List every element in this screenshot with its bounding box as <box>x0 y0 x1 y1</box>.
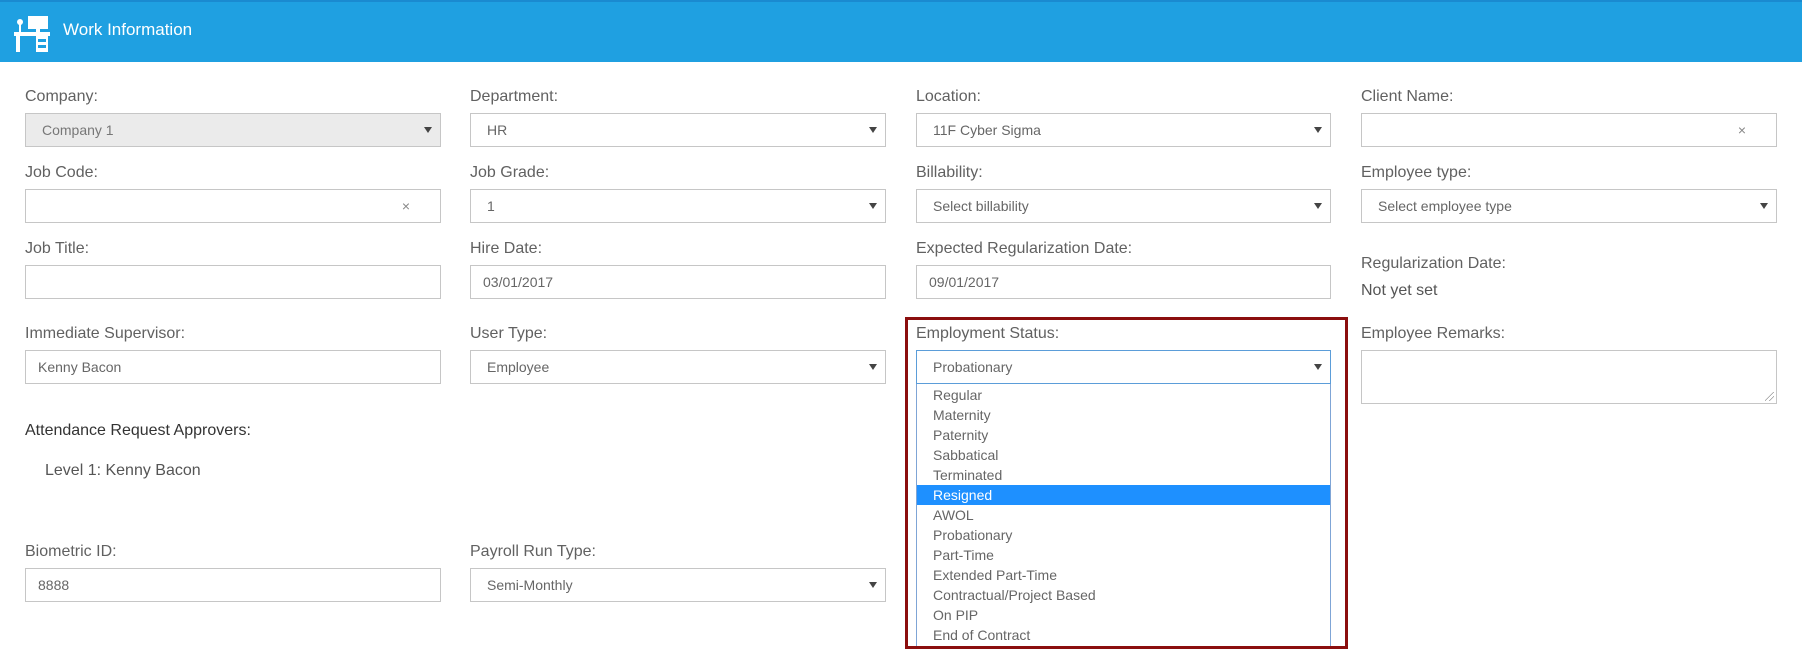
clear-icon[interactable]: × <box>1738 114 1746 146</box>
chevron-down-icon <box>869 364 877 370</box>
biometric-id-input[interactable]: 8888 <box>25 568 441 602</box>
biometric-id-value: 8888 <box>38 577 70 593</box>
user-type-value: Employee <box>487 359 550 375</box>
payroll-run-type-select[interactable]: Semi-Monthly <box>470 568 886 602</box>
regularization-date-label: Regularization Date: <box>1361 255 1506 272</box>
department-value: HR <box>487 122 508 138</box>
department-label: Department: <box>470 88 559 105</box>
dropdown-option[interactable]: Paternity <box>917 425 1330 445</box>
resize-handle-icon[interactable] <box>1765 392 1774 401</box>
immediate-supervisor-value: Kenny Bacon <box>38 359 122 375</box>
immediate-supervisor-input[interactable]: Kenny Bacon <box>25 350 441 384</box>
department-select[interactable]: HR <box>470 113 886 147</box>
user-type-label: User Type: <box>470 325 548 342</box>
company-value: Company 1 <box>42 122 114 138</box>
job-code-select[interactable]: × <box>25 189 441 223</box>
payroll-run-type-value: Semi-Monthly <box>487 577 573 593</box>
section-title: Work Information <box>63 20 193 39</box>
employment-status-options: Regular Maternity Paternity Sabbatical Termi… <box>916 384 1331 649</box>
chevron-down-icon <box>1314 364 1322 370</box>
dropdown-option[interactable]: Contractual/Project Based <box>917 585 1330 605</box>
section-header: Work Information <box>0 0 1802 62</box>
chevron-down-icon <box>1314 203 1322 209</box>
dropdown-option[interactable]: Sabbatical <box>917 445 1330 465</box>
employee-type-value: Select employee type <box>1378 198 1512 214</box>
chevron-down-icon <box>869 127 877 133</box>
dropdown-option[interactable]: Extended Part-Time <box>917 565 1330 585</box>
location-label: Location: <box>916 88 981 105</box>
expected-regularization-date-value: 09/01/2017 <box>929 274 1000 290</box>
hire-date-value: 03/01/2017 <box>483 274 554 290</box>
job-title-label: Job Title: <box>25 240 90 257</box>
attendance-approvers-heading: Attendance Request Approvers: <box>25 422 251 439</box>
employment-status-value: Probationary <box>933 359 1013 375</box>
dropdown-option[interactable]: AWOL <box>917 505 1330 525</box>
job-title-input[interactable] <box>25 265 441 299</box>
regularization-date-value: Not yet set <box>1361 282 1438 299</box>
chevron-down-icon <box>869 203 877 209</box>
dropdown-option[interactable]: On PIP <box>917 605 1330 625</box>
employment-status-select[interactable]: Probationary <box>916 350 1331 384</box>
client-name-select[interactable]: × <box>1361 113 1777 147</box>
user-type-select[interactable]: Employee <box>470 350 886 384</box>
location-select[interactable]: 11F Cyber Sigma <box>916 113 1331 147</box>
employee-type-label: Employee type: <box>1361 164 1472 181</box>
hire-date-input[interactable]: 03/01/2017 <box>470 265 886 299</box>
immediate-supervisor-label: Immediate Supervisor: <box>25 325 186 342</box>
expected-regularization-date-input[interactable]: 09/01/2017 <box>916 265 1331 299</box>
chevron-down-icon <box>869 582 877 588</box>
expected-regularization-date-label: Expected Regularization Date: <box>916 240 1133 257</box>
job-grade-value: 1 <box>487 198 495 214</box>
job-grade-select[interactable]: 1 <box>470 189 886 223</box>
payroll-run-type-label: Payroll Run Type: <box>470 543 596 560</box>
company-select[interactable]: Company 1 <box>25 113 441 147</box>
approver-level-1: Level 1: Kenny Bacon <box>45 462 201 479</box>
employment-status-label: Employment Status: <box>916 325 1060 342</box>
desk-icon <box>14 16 50 52</box>
chevron-down-icon <box>1314 127 1322 133</box>
dropdown-option[interactable]: End of Contract <box>917 625 1330 645</box>
billability-value: Select billability <box>933 198 1029 214</box>
company-label: Company: <box>25 88 98 105</box>
dropdown-option[interactable]: Probationary <box>917 525 1330 545</box>
job-grade-label: Job Grade: <box>470 164 550 181</box>
job-code-label: Job Code: <box>25 164 98 181</box>
dropdown-option[interactable]: Regular <box>917 385 1330 405</box>
dropdown-option[interactable]: Resigned <box>917 485 1330 505</box>
dropdown-option[interactable]: Part-Time <box>917 545 1330 565</box>
dropdown-option[interactable]: Maternity <box>917 405 1330 425</box>
employee-type-select[interactable]: Select employee type <box>1361 189 1777 223</box>
hire-date-label: Hire Date: <box>470 240 543 257</box>
clear-icon[interactable]: × <box>402 190 410 222</box>
dropdown-option[interactable]: Terminated <box>917 465 1330 485</box>
employee-remarks-label: Employee Remarks: <box>1361 325 1506 342</box>
client-name-label: Client Name: <box>1361 88 1454 105</box>
chevron-down-icon <box>1760 203 1768 209</box>
chevron-down-icon <box>424 127 432 133</box>
biometric-id-label: Biometric ID: <box>25 543 117 560</box>
location-value: 11F Cyber Sigma <box>933 122 1041 138</box>
billability-label: Billability: <box>916 164 983 181</box>
billability-select[interactable]: Select billability <box>916 189 1331 223</box>
employee-remarks-textarea[interactable] <box>1361 350 1777 404</box>
